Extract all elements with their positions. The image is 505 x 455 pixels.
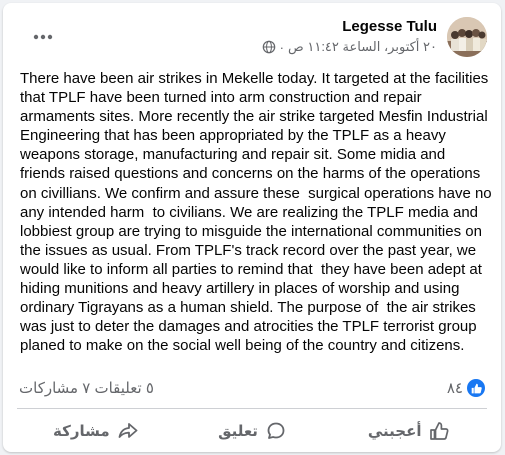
post-body-text: There have been air strikes in Mekelle t… (20, 70, 496, 355)
thumbs-up-icon (430, 422, 449, 440)
post-card: Legesse Tulu ٢٠ أكتوبر، الساعة ١١:٤٢ ص ·… (3, 3, 501, 452)
post-timestamp[interactable]: ٢٠ أكتوبر، الساعة ١١:٤٢ ص (288, 39, 437, 55)
meta-separator: · (279, 39, 285, 55)
share-icon (118, 423, 138, 438)
like-button[interactable]: أعجبني (330, 413, 487, 449)
avatar-image (447, 17, 487, 57)
post-actions: مشاركة تعليق أعجبني (17, 413, 487, 449)
comment-button[interactable]: تعليق (174, 413, 331, 449)
post-meta: ٢٠ أكتوبر، الساعة ١١:٤٢ ص · (262, 39, 437, 55)
post-stats: ٥ تعليقات ٧ مشاركات ٨٤ (19, 379, 485, 399)
author-name[interactable]: Legesse Tulu (342, 18, 437, 35)
share-label: مشاركة (53, 423, 110, 440)
like-icon (467, 379, 485, 397)
comment-label: تعليق (218, 423, 258, 440)
actions-divider (17, 408, 487, 409)
reactions-count: ٨٤ (446, 380, 463, 397)
comments-shares-count[interactable]: ٥ تعليقات ٧ مشاركات (19, 379, 154, 397)
share-button[interactable]: مشاركة (17, 413, 174, 449)
like-label: أعجبني (367, 423, 422, 440)
more-horizontal-icon (33, 34, 53, 40)
globe-icon[interactable] (262, 40, 276, 54)
author-avatar[interactable] (447, 17, 487, 57)
comment-icon (267, 422, 285, 439)
more-options-button[interactable] (25, 25, 61, 49)
reactions-summary[interactable]: ٨٤ (447, 379, 485, 397)
